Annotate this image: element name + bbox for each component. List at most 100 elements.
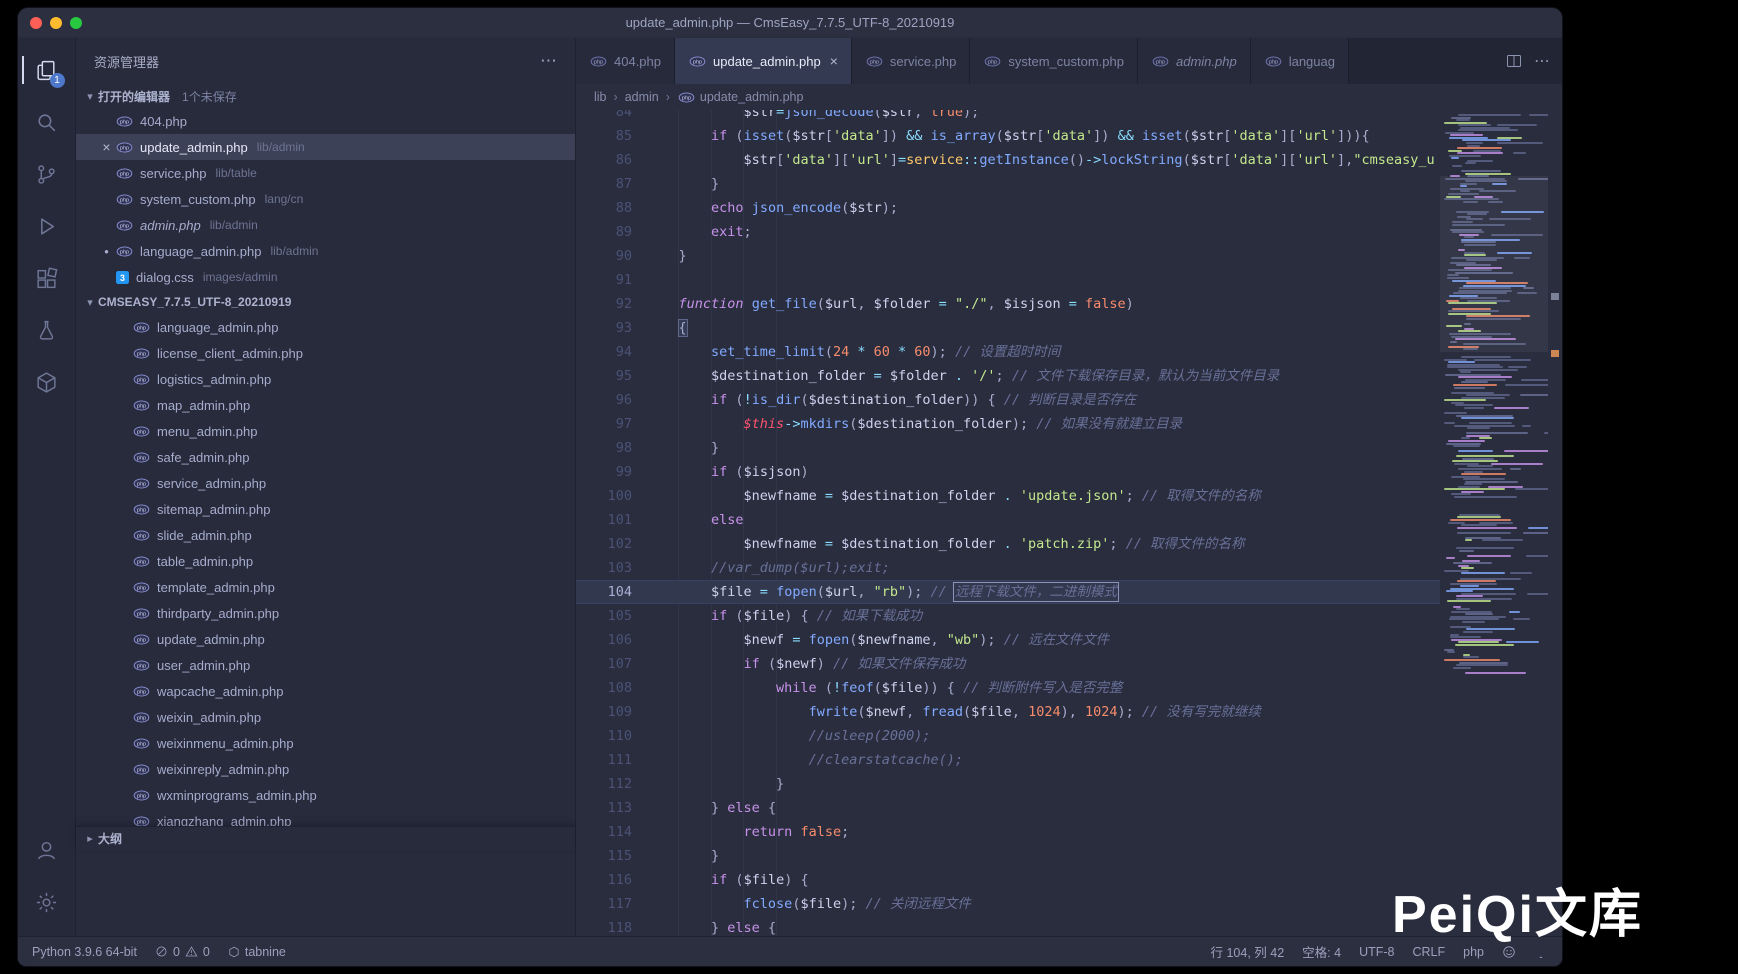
code-line[interactable]: 102 $newfname = $destination_folder . 'p…	[576, 532, 1562, 556]
code-line[interactable]: 89 exit;	[576, 220, 1562, 244]
editor-pane[interactable]: 84 $str=json_decode($str, true);85 if (i…	[576, 110, 1562, 936]
more-actions-icon[interactable]: ⋯	[1534, 51, 1550, 71]
code-line[interactable]: 87 }	[576, 172, 1562, 196]
close-icon[interactable]: ×	[830, 53, 838, 69]
code-line[interactable]: 109 fwrite($newf, fread($file, 1024), 10…	[576, 700, 1562, 724]
code-line[interactable]: 84 $str=json_decode($str, true);	[576, 110, 1562, 124]
cursor-position[interactable]: 行 104, 列 42	[1211, 942, 1285, 961]
tab-service.php[interactable]: phpservice.php	[852, 38, 970, 84]
code-line[interactable]: 107 if ($newf) // 如果文件保存成功	[576, 652, 1562, 676]
open-editor-item[interactable]: php404.php	[76, 108, 575, 134]
minimize-window-button[interactable]	[50, 17, 62, 29]
code-line[interactable]: 88 echo json_encode($str);	[576, 196, 1562, 220]
code-line[interactable]: 91	[576, 268, 1562, 292]
code-line[interactable]: 86 $str['data']['url']=service::getInsta…	[576, 148, 1562, 172]
tree-item[interactable]: phplicense_client_admin.php	[76, 340, 575, 366]
open-editor-item[interactable]: phpsystem_custom.phplang/cn	[76, 186, 575, 212]
open-editors-header[interactable]: ▾ 打开的编辑器 1个未保存	[76, 84, 575, 108]
tabnine-indicator[interactable]: tabnine	[228, 945, 286, 959]
code-line[interactable]: 97 $this->mkdirs($destination_folder); /…	[576, 412, 1562, 436]
code-line[interactable]: 110 //usleep(2000);	[576, 724, 1562, 748]
encoding-setting[interactable]: UTF-8	[1359, 945, 1394, 959]
code-line[interactable]: 104 $file = fopen($url, "rb"); // 远程下载文件…	[576, 580, 1562, 604]
tree-item[interactable]: phpwapcache_admin.php	[76, 678, 575, 704]
breadcrumb-item[interactable]: admin	[625, 90, 659, 104]
breadcrumb-item[interactable]: lib	[594, 90, 607, 104]
run-debug-icon[interactable]	[22, 200, 72, 252]
code-line[interactable]: 108 while (!feof($file)) { // 判断附件写入是否完整	[576, 676, 1562, 700]
tab-404.php[interactable]: php404.php	[576, 38, 675, 84]
python-version[interactable]: Python 3.9.6 64-bit	[32, 945, 137, 959]
line-text: //var_dump($url);exit;	[632, 556, 890, 580]
extensions-icon[interactable]	[22, 252, 72, 304]
open-editor-item[interactable]: 3dialog.cssimages/admin	[76, 264, 575, 290]
code-line[interactable]: 94 set_time_limit(24 * 60 * 60); // 设置超时…	[576, 340, 1562, 364]
file-name: menu_admin.php	[157, 424, 257, 439]
tree-item[interactable]: phpsafe_admin.php	[76, 444, 575, 470]
problems-indicator[interactable]: 0 0	[155, 945, 210, 959]
code-line[interactable]: 90 }	[576, 244, 1562, 268]
minimap[interactable]	[1440, 110, 1548, 936]
settings-icon[interactable]	[22, 876, 72, 928]
testing-icon[interactable]	[22, 304, 72, 356]
code-line[interactable]: 106 $newf = fopen($newfname, "wb"); // 远…	[576, 628, 1562, 652]
open-editor-item[interactable]: phpservice.phplib/table	[76, 160, 575, 186]
code-line[interactable]: 114 return false;	[576, 820, 1562, 844]
project-section-header[interactable]: ▾ CMSEASY_7.7.5_UTF-8_20210919	[76, 290, 575, 314]
tree-item[interactable]: phpslide_admin.php	[76, 522, 575, 548]
code-line[interactable]: 93 {	[576, 316, 1562, 340]
tree-item[interactable]: phpupdate_admin.php	[76, 626, 575, 652]
tree-item[interactable]: phplogistics_admin.php	[76, 366, 575, 392]
account-icon[interactable]	[22, 824, 72, 876]
source-control-icon[interactable]	[22, 148, 72, 200]
close-icon[interactable]: ×	[98, 139, 115, 155]
minimap-slider[interactable]	[1440, 176, 1548, 352]
tree-item[interactable]: phpmenu_admin.php	[76, 418, 575, 444]
open-editor-item[interactable]: ×phpupdate_admin.phplib/admin	[76, 134, 575, 160]
explorer-icon[interactable]: 1	[22, 44, 72, 96]
zoom-window-button[interactable]	[70, 17, 82, 29]
code-line[interactable]: 96 if (!is_dir($destination_folder)) { /…	[576, 388, 1562, 412]
split-editor-icon[interactable]	[1506, 53, 1522, 69]
tree-item[interactable]: phpmap_admin.php	[76, 392, 575, 418]
code-line[interactable]: 92 function get_file($url, $folder = "./…	[576, 292, 1562, 316]
tab-system_custom.php[interactable]: phpsystem_custom.php	[970, 38, 1138, 84]
open-editor-item[interactable]: phpadmin.phplib/admin	[76, 212, 575, 238]
indentation-setting[interactable]: 空格: 4	[1302, 942, 1341, 961]
tree-item[interactable]: phpweixinreply_admin.php	[76, 756, 575, 782]
code-line[interactable]: 95 $destination_folder = $folder . '/'; …	[576, 364, 1562, 388]
open-editor-item[interactable]: ●phplanguage_admin.phplib/admin	[76, 238, 575, 264]
code-line[interactable]: 85 if (isset($str['data']) && is_array($…	[576, 124, 1562, 148]
close-window-button[interactable]	[30, 17, 42, 29]
more-actions-icon[interactable]: ⋯	[540, 51, 557, 71]
tree-item[interactable]: phpthirdparty_admin.php	[76, 600, 575, 626]
tree-item[interactable]: phpsitemap_admin.php	[76, 496, 575, 522]
tree-item[interactable]: phpxiangzhang_admin.php	[76, 808, 575, 826]
breadcrumb-item[interactable]: update_admin.php	[700, 90, 804, 104]
code-line[interactable]: 111 //clearstatcache();	[576, 748, 1562, 772]
code-line[interactable]: 99 if ($isjson)	[576, 460, 1562, 484]
tree-item[interactable]: phpservice_admin.php	[76, 470, 575, 496]
code-line[interactable]: 115 }	[576, 844, 1562, 868]
code-line[interactable]: 113 } else {	[576, 796, 1562, 820]
outline-section-header[interactable]: ▸ 大纲	[76, 826, 575, 850]
tree-item[interactable]: phptemplate_admin.php	[76, 574, 575, 600]
code-line[interactable]: 101 else	[576, 508, 1562, 532]
code-line[interactable]: 112 }	[576, 772, 1562, 796]
code-line[interactable]: 100 $newfname = $destination_folder . 'u…	[576, 484, 1562, 508]
tree-item[interactable]: phpweixin_admin.php	[76, 704, 575, 730]
tab-update_admin.php[interactable]: phpupdate_admin.php×	[675, 38, 852, 84]
tab-languag[interactable]: phplanguag	[1251, 38, 1349, 84]
tree-item[interactable]: phpweixinmenu_admin.php	[76, 730, 575, 756]
tree-item[interactable]: phptable_admin.php	[76, 548, 575, 574]
code-line[interactable]: 103 //var_dump($url);exit;	[576, 556, 1562, 580]
code-line[interactable]: 105 if ($file) { // 如果下载成功	[576, 604, 1562, 628]
search-icon[interactable]	[22, 96, 72, 148]
tree-item[interactable]: phpwxminprograms_admin.php	[76, 782, 575, 808]
tree-item[interactable]: phpuser_admin.php	[76, 652, 575, 678]
php-file-icon: php	[1265, 56, 1282, 67]
code-line[interactable]: 98 }	[576, 436, 1562, 460]
tree-item[interactable]: phplanguage_admin.php	[76, 314, 575, 340]
tab-admin.php[interactable]: phpadmin.php	[1138, 38, 1251, 84]
package-icon[interactable]	[22, 356, 72, 408]
